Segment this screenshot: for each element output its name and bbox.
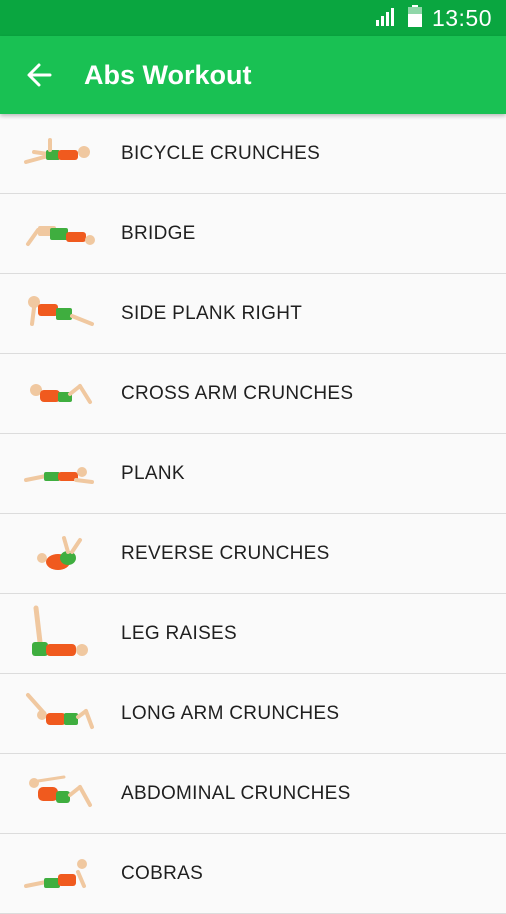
exercise-label: LONG ARM CRUNCHES (121, 702, 340, 724)
exercise-label: BICYCLE CRUNCHES (121, 142, 321, 164)
status-bar: 13:50 (0, 0, 506, 36)
exercise-label: PLANK (121, 462, 185, 484)
bicycle-crunches-icon (24, 124, 96, 184)
list-item-bicycle-crunches[interactable]: BICYCLE CRUNCHES (0, 114, 506, 194)
long-arm-crunches-icon (24, 684, 96, 744)
abdominal-crunches-icon (24, 764, 96, 824)
status-time: 13:50 (431, 4, 492, 31)
list-item-plank[interactable]: PLANK (0, 434, 506, 514)
list-item-leg-raises[interactable]: LEG RAISES (0, 594, 506, 674)
bridge-icon (24, 204, 96, 264)
exercise-label: COBRAS (121, 862, 204, 884)
arrow-left-icon (27, 63, 52, 87)
cross-arm-crunches-icon (24, 364, 96, 424)
list-item-abdominal-crunches[interactable]: ABDOMINAL CRUNCHES (0, 754, 506, 834)
plank-icon (24, 444, 96, 504)
list-item-bridge[interactable]: BRIDGE (0, 194, 506, 274)
exercise-label: REVERSE CRUNCHES (121, 542, 330, 564)
app-bar: Abs Workout (0, 36, 506, 114)
exercise-list: BICYCLE CRUNCHES BRIDGE SIDE PLANK RIGHT (0, 114, 506, 914)
list-item-cross-arm-crunches[interactable]: CROSS ARM CRUNCHES (0, 354, 506, 434)
cobras-icon (24, 844, 96, 904)
list-item-side-plank-right[interactable]: SIDE PLANK RIGHT (0, 274, 506, 354)
exercise-label: LEG RAISES (121, 622, 237, 644)
side-plank-right-icon (24, 284, 96, 344)
list-item-long-arm-crunches[interactable]: LONG ARM CRUNCHES (0, 674, 506, 754)
exercise-label: CROSS ARM CRUNCHES (121, 382, 354, 404)
leg-raises-icon (24, 604, 96, 664)
exercise-label: ABDOMINAL CRUNCHES (121, 782, 351, 804)
back-button[interactable] (16, 52, 62, 98)
list-item-reverse-crunches[interactable]: REVERSE CRUNCHES (0, 514, 506, 594)
battery-icon (407, 4, 422, 32)
exercise-label: BRIDGE (121, 222, 196, 244)
list-item-cobras[interactable]: COBRAS (0, 834, 506, 914)
reverse-crunches-icon (24, 524, 96, 584)
signal-icon (375, 6, 398, 31)
exercise-label: SIDE PLANK RIGHT (121, 302, 303, 324)
page-title: Abs Workout (84, 59, 252, 90)
